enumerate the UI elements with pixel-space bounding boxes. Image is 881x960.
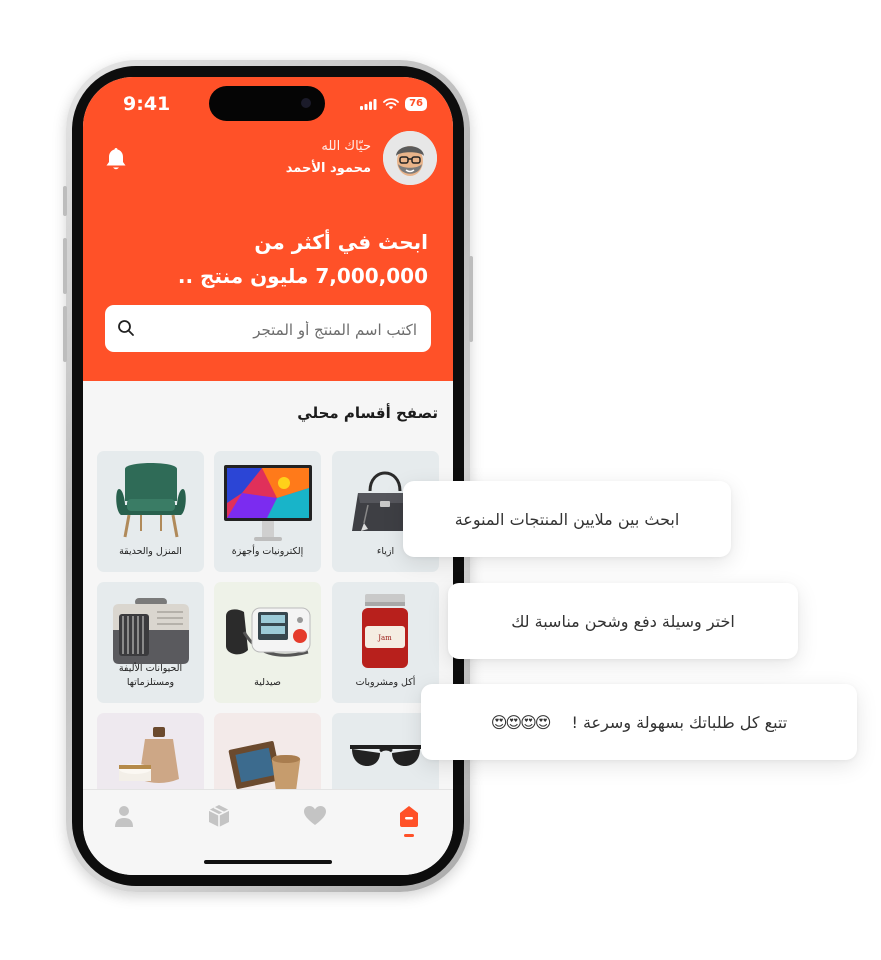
- wifi-icon: [383, 98, 399, 110]
- sunglasses-icon: [350, 745, 422, 767]
- feature-bubble-search: ابحث بين ملايين المنتجات المنوعة: [403, 481, 731, 557]
- section-title: تصفح أقسام محلي: [297, 404, 438, 422]
- user-name: محمود الأحمد: [285, 161, 371, 176]
- battery-indicator: 76: [405, 97, 427, 111]
- user-icon: [115, 806, 133, 827]
- category-label: صيدلية: [254, 677, 281, 688]
- tab-favorites[interactable]: [303, 804, 327, 828]
- bubble-text: اختر وسيلة دفع وشحن مناسبة لك: [511, 611, 735, 631]
- feature-bubble-payment: اختر وسيلة دفع وشحن مناسبة لك: [448, 583, 798, 659]
- category-card-food-drinks[interactable]: Jam أكل ومشروبات: [332, 582, 439, 703]
- power-button: [469, 256, 473, 342]
- box-icon: [208, 805, 230, 827]
- signal-icon: [360, 98, 377, 110]
- category-card-electronics[interactable]: إلكترونيات وأجهزة: [214, 451, 321, 572]
- notification-bell-icon[interactable]: [106, 147, 126, 175]
- svg-text:Jam: Jam: [377, 634, 392, 642]
- status-time: 9:41: [123, 93, 171, 115]
- camera-icon: [301, 98, 311, 108]
- heart-icon: [304, 806, 326, 825]
- phone-frame: 9:41 76 حيّاك الله محمود الأحمد ابحث في …: [63, 60, 473, 892]
- armchair-icon: [116, 463, 186, 538]
- status-icons: 76: [360, 97, 427, 111]
- headline-line-2: 7,000,000 مليون منتج ..: [177, 264, 428, 288]
- headline: ابحث في أكثر من 7,000,000 مليون منتج ..: [128, 225, 428, 293]
- wooden-decor-icon: [228, 741, 301, 791]
- category-label: المنزل والحديقة: [119, 546, 182, 557]
- avatar[interactable]: [383, 131, 437, 185]
- tab-orders[interactable]: [207, 804, 231, 828]
- category-label: إلكترونيات وأجهزة: [231, 546, 304, 557]
- feature-bubble-tracking: تتبع كل طلباتك بسهولة وسرعة ! 😍😍😍😍: [421, 684, 857, 760]
- silent-switch: [63, 186, 67, 216]
- tab-home[interactable]: [397, 804, 421, 837]
- search-input[interactable]: [145, 305, 419, 354]
- pet-carrier-icon: [113, 598, 189, 664]
- home-indicator: [204, 860, 332, 864]
- tab-profile[interactable]: [112, 804, 136, 828]
- dynamic-island: [209, 86, 325, 121]
- home-icon: [400, 806, 418, 837]
- perfume-icon: [119, 727, 179, 783]
- jam-jar-icon: Jam: [362, 594, 408, 668]
- blood-pressure-monitor-icon: [226, 607, 311, 657]
- search-bar[interactable]: [105, 305, 431, 354]
- bottom-tab-bar: [83, 789, 453, 875]
- bubble-text: ابحث بين ملايين المنتجات المنوعة: [454, 509, 680, 529]
- monitor-icon: [224, 465, 312, 541]
- volume-up-button: [63, 238, 67, 294]
- category-card-pets[interactable]: الحيوانات الأليفة ومستلزماتها: [97, 582, 204, 703]
- bubble-text: تتبع كل طلباتك بسهولة وسرعة !: [571, 712, 788, 732]
- headline-line-1: ابحث في أكثر من: [254, 230, 428, 254]
- category-label: الحيوانات الأليفة ومستلزماتها: [118, 663, 183, 688]
- header: 9:41 76 حيّاك الله محمود الأحمد ابحث في …: [83, 77, 453, 381]
- category-card-home-garden[interactable]: المنزل والحديقة: [97, 451, 204, 572]
- volume-down-button: [63, 306, 67, 362]
- app-screen: 9:41 76 حيّاك الله محمود الأحمد ابحث في …: [83, 77, 453, 875]
- search-icon[interactable]: [117, 319, 135, 337]
- category-card-pharmacy[interactable]: صيدلية: [214, 582, 321, 703]
- heart-eyes-emoji-icon: 😍😍😍😍: [490, 712, 552, 732]
- greeting-text: حيّاك الله: [321, 139, 371, 154]
